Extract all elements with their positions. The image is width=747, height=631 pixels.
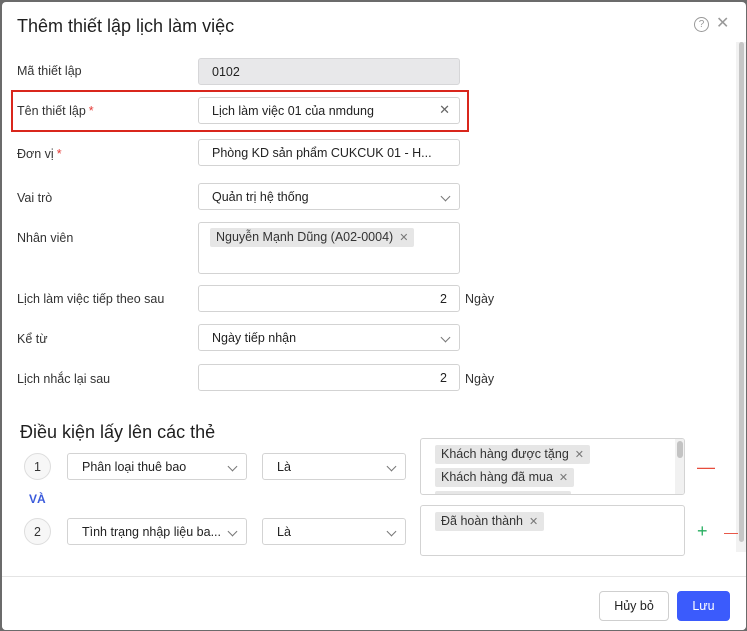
value-tag: Khách hàng được tặng ✕ <box>435 445 590 464</box>
chevron-down-icon <box>227 526 238 537</box>
condition-field-select[interactable]: Phân loại thuê bao <box>67 453 247 480</box>
from-label: Kể từ <box>17 332 48 346</box>
condition-operator-select[interactable]: Là <box>262 453 406 480</box>
value-tag-partial <box>435 491 571 494</box>
employee-label: Nhân viên <box>17 231 74 245</box>
role-label: Vai trò <box>17 191 53 205</box>
chevron-down-icon <box>440 332 451 343</box>
name-label: Tên thiết lập * <box>17 104 94 118</box>
condition-values-multiselect[interactable]: Đã hoàn thành ✕ <box>420 505 685 556</box>
remind-unit: Ngày <box>465 372 495 386</box>
next-schedule-value: 2 <box>440 292 447 306</box>
unit-label: Đơn vị * <box>17 147 62 161</box>
code-label: Mã thiết lập <box>17 64 82 78</box>
remind-input[interactable]: 2 <box>198 364 460 391</box>
tag-remove-icon[interactable]: ✕ <box>529 516 538 528</box>
condition-operator-value: Là <box>277 525 291 539</box>
remove-condition-icon[interactable]: — <box>697 458 715 476</box>
employee-multiselect[interactable]: Nguyễn Mạnh Dũng (A02-0004) ✕ <box>198 222 460 274</box>
close-icon[interactable]: ✕ <box>716 16 729 32</box>
condition-field-select[interactable]: Tình trạng nhập liệu ba... <box>67 518 247 545</box>
chevron-down-icon <box>440 191 451 202</box>
remind-label: Lịch nhắc lại sau <box>17 372 111 386</box>
required-mark: * <box>56 147 62 161</box>
required-mark: * <box>88 104 94 118</box>
role-value: Quản trị hệ thống <box>212 190 309 204</box>
code-field: 0102 <box>198 58 460 85</box>
employee-tag: Nguyễn Mạnh Dũng (A02-0004) ✕ <box>210 228 415 247</box>
add-condition-icon[interactable]: + <box>697 522 708 540</box>
value-tag: Đã hoàn thành ✕ <box>435 512 545 531</box>
role-select[interactable]: Quản trị hệ thống <box>198 183 460 210</box>
dialog-footer: Hủy bỏ Lưu <box>2 576 746 630</box>
chevron-down-icon <box>227 461 238 472</box>
condition-index: 1 <box>24 453 51 480</box>
chevron-down-icon <box>386 526 397 537</box>
clear-icon[interactable]: ✕ <box>439 102 450 118</box>
remove-condition-icon[interactable]: — <box>724 523 738 541</box>
next-schedule-label: Lịch làm việc tiếp theo sau <box>17 292 165 306</box>
from-select[interactable]: Ngày tiếp nhận <box>198 324 460 351</box>
scrollbar-thumb[interactable] <box>677 441 683 458</box>
condition-values-multiselect[interactable]: Khách hàng được tặng ✕ Khách hàng đã mua ✕ <box>420 438 685 495</box>
condition-index: 2 <box>24 518 51 545</box>
save-button[interactable]: Lưu <box>677 591 730 621</box>
condition-connector[interactable]: VÀ <box>29 492 46 506</box>
condition-field-value: Tình trạng nhập liệu ba... <box>82 525 221 539</box>
value-tag: Khách hàng đã mua ✕ <box>435 468 575 487</box>
name-input[interactable]: Lịch làm việc 01 của nmdung ✕ <box>198 97 460 124</box>
condition-operator-select[interactable]: Là <box>262 518 406 545</box>
question-circle-icon[interactable]: ? <box>694 17 709 32</box>
name-value: Lịch làm việc 01 của nmdung <box>212 104 374 118</box>
cancel-button[interactable]: Hủy bỏ <box>599 591 669 621</box>
condition-field-value: Phân loại thuê bao <box>82 460 187 474</box>
tag-remove-icon[interactable]: ✕ <box>575 449 584 461</box>
scrollbar-track[interactable] <box>675 439 684 494</box>
unit-select[interactable]: Phòng KD sản phẩm CUKCUK 01 - H... <box>198 139 460 166</box>
condition-operator-value: Là <box>277 460 291 474</box>
dialog-title: Thêm thiết lập lịch làm việc <box>17 16 235 36</box>
next-schedule-input[interactable]: 2 <box>198 285 460 312</box>
from-value: Ngày tiếp nhận <box>212 331 297 345</box>
scrollbar-thumb[interactable] <box>739 42 744 542</box>
tag-remove-icon[interactable]: ✕ <box>399 232 408 244</box>
unit-value: Phòng KD sản phẩm CUKCUK 01 - H... <box>212 146 432 160</box>
tag-remove-icon[interactable]: ✕ <box>559 472 568 484</box>
conditions-title: Điều kiện lấy lên các thẻ <box>20 422 216 442</box>
next-schedule-unit: Ngày <box>465 292 495 306</box>
dialog: Thêm thiết lập lịch làm việc ? ✕ Mã thiế… <box>2 2 746 630</box>
code-value: 0102 <box>212 65 240 79</box>
remind-value: 2 <box>440 371 447 385</box>
chevron-down-icon <box>386 461 397 472</box>
